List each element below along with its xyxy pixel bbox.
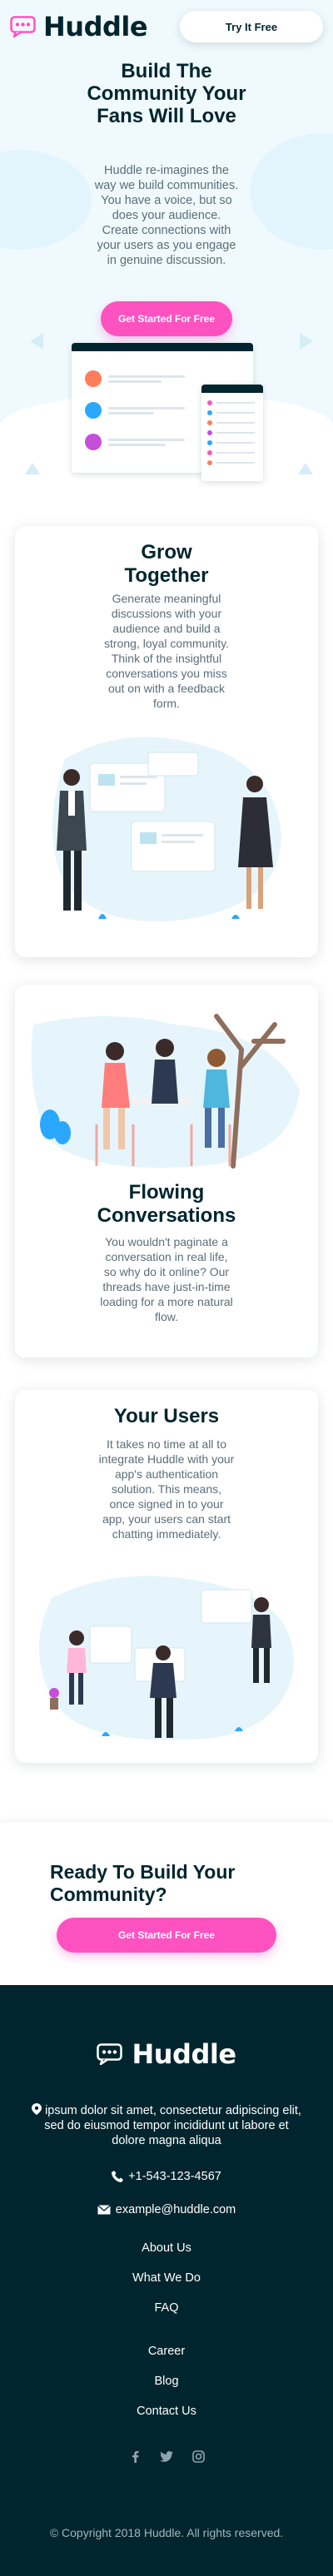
feature-text: It takes no time at all to integrate Hud… (98, 1437, 235, 1541)
footer-email: example@huddle.com (0, 2203, 333, 2216)
instagram-icon[interactable] (191, 2449, 205, 2463)
logo[interactable]: Huddle (10, 11, 148, 42)
footer-phone-text[interactable]: +1-543-123-4567 (128, 2170, 221, 2183)
feature-title: Grow Together (124, 541, 209, 587)
hero-section: Huddle Try It Free Build The Community Y… (0, 0, 333, 493)
feature-text: Generate meaningful discussions with you… (104, 592, 229, 710)
footer-link-career[interactable]: Career (0, 2345, 333, 2358)
hero-title: Build The Community Your Fans Will Love (87, 60, 246, 127)
hero-cloud-right (250, 133, 333, 250)
top-bar: Huddle Try It Free (10, 10, 323, 43)
footer-phone: +1-543-123-4567 (0, 2170, 333, 2183)
mockup-titlebar (72, 343, 253, 351)
mobile-list-graphic (207, 400, 255, 465)
your-users-illustration (39, 1576, 294, 1740)
copyright-text: © Copyright 2018 Huddle. All rights rese… (49, 2526, 284, 2539)
footer-link-contact-us[interactable]: Contact Us (0, 2405, 333, 2418)
try-it-free-button[interactable]: Try It Free (180, 11, 323, 42)
grow-together-illustration (52, 737, 281, 921)
location-pin-icon (32, 2103, 42, 2115)
hero-text: Huddle re-imagines the way we build comm… (94, 164, 239, 267)
footer: Huddle ipsum dolor sit amet, consectetur… (0, 1985, 333, 2576)
hero-shape-bottom-left (25, 463, 40, 474)
mobile-mockup (201, 385, 263, 481)
hero-shape-right (300, 333, 313, 350)
footer-logo[interactable]: Huddle (0, 2038, 333, 2070)
footer-link-faq[interactable]: FAQ (0, 2301, 333, 2315)
feature-title: Your Users (113, 1405, 220, 1427)
ready-get-started-button[interactable]: Get Started For Free (57, 1918, 276, 1953)
footer-email-text[interactable]: example@huddle.com (116, 2203, 236, 2216)
ready-title: Ready To Build Your Community? (50, 1861, 236, 1905)
mobile-mockup-bar (201, 385, 263, 393)
facebook-icon[interactable] (128, 2449, 142, 2463)
footer-address: ipsum dolor sit amet, consectetur adipis… (32, 2103, 301, 2148)
hero-shape-bottom-right (298, 463, 313, 474)
feature-card-grow: Grow Together Generate meaningful discus… (15, 526, 318, 957)
footer-link-about-us[interactable]: About Us (0, 2241, 333, 2255)
mockup-row (85, 398, 185, 423)
hero-shape-left (30, 333, 43, 350)
social-links (0, 2449, 333, 2463)
feature-title: Flowing Conversations (97, 1181, 236, 1227)
twitter-icon[interactable] (160, 2449, 173, 2463)
brand-name: Huddle (43, 11, 148, 42)
feature-card-flowing: Flowing Conversations You wouldn't pagin… (15, 985, 318, 1357)
feature-card-users: Your Users It takes no time at all to in… (15, 1390, 318, 1763)
footer-address-text: ipsum dolor sit amet, consectetur adipis… (44, 2104, 301, 2147)
hero-get-started-button[interactable]: Get Started For Free (101, 301, 232, 336)
email-icon (97, 2205, 111, 2215)
phone-icon (112, 2171, 124, 2182)
footer-brand-name: Huddle (132, 2038, 236, 2070)
chat-bubble-logo-icon (97, 2043, 123, 2065)
ready-section: Ready To Build Your Community? Get Start… (0, 1823, 333, 1998)
footer-link-blog[interactable]: Blog (0, 2375, 333, 2388)
chat-bubble-logo-icon (10, 16, 36, 37)
mockup-row (85, 366, 185, 391)
footer-link-what-we-do[interactable]: What We Do (0, 2271, 333, 2285)
hero-cloud-left (0, 150, 92, 250)
flowing-conversations-illustration (31, 1014, 300, 1169)
mockup-row (85, 429, 185, 454)
feature-text: You wouldn't paginate a conversation in … (100, 1235, 233, 1323)
